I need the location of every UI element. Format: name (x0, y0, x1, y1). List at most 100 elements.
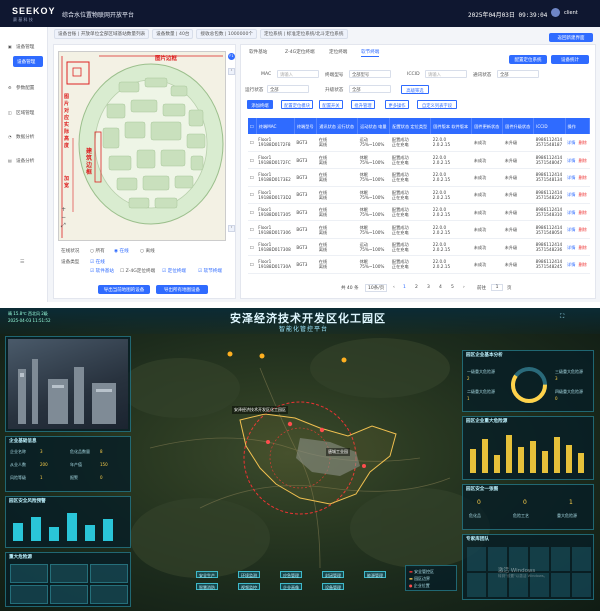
column-header[interactable]: 固件版本 软件版本 (430, 118, 473, 134)
detail-link[interactable]: 详情 (567, 227, 575, 232)
map-scrollbar[interactable]: F1 ˄ ˅ (228, 53, 235, 243)
radio-offline[interactable]: ○ 离线 (140, 248, 155, 254)
delete-link[interactable]: 删除 (578, 227, 586, 232)
table-row[interactable]: ☐ Floor1 19188D017308 BGT3 在线 离线 运动 75%~100%… (248, 238, 590, 257)
bottom-nav-item[interactable]: 安全生产 (196, 571, 218, 578)
hazard-cell[interactable] (50, 564, 88, 583)
expert-cell[interactable] (551, 547, 570, 571)
pager-size[interactable]: 10条/页 (365, 284, 388, 292)
sidebar-item-region[interactable]: ◫ 区域管理 (4, 107, 46, 118)
row-checkbox[interactable]: ☐ (248, 255, 257, 274)
check-online[interactable]: ☑ 在线 (90, 259, 105, 265)
table-row[interactable]: ☐ Floor1 19188D0173D2 BGT3 在线 离线 休眠 75%~100%… (248, 186, 590, 205)
delete-link[interactable]: 删除 (578, 175, 586, 180)
pager-next[interactable]: › (463, 285, 465, 290)
hazard-cell[interactable] (10, 564, 48, 583)
column-header[interactable]: 终端MAC (256, 118, 295, 134)
sidebar-item-device-mgmt[interactable]: 设备管理 (13, 56, 43, 67)
expert-cell[interactable] (467, 547, 486, 571)
check-z4g[interactable]: ☐ Z-4G定位终端 (120, 268, 155, 274)
bottom-nav-item[interactable]: 能源管理 (364, 571, 386, 578)
column-header[interactable]: 固件更新状态 (471, 118, 504, 134)
iccid-input[interactable]: 请输入 (425, 70, 467, 78)
sidebar-item-device[interactable]: ▣ 设备管理 (4, 41, 46, 52)
row-checkbox[interactable]: ☐ (248, 220, 257, 239)
collapse-icon[interactable]: ☰ (20, 259, 24, 265)
column-header[interactable]: 固件升级状态 (502, 118, 535, 134)
detail-link[interactable]: 详情 (567, 262, 575, 267)
fullscreen-icon[interactable]: ⛶ (560, 313, 564, 321)
row-checkbox[interactable]: ☐ (248, 203, 257, 222)
tab-z4g[interactable]: Z-4G定位终端 (285, 49, 315, 55)
add-device-button[interactable]: 添加终端 (247, 100, 273, 109)
column-header[interactable]: 配置状态 定位类型 (389, 118, 432, 134)
select-all-checkbox[interactable]: ☐ (248, 118, 257, 134)
bottom-nav-item[interactable]: 视频监控 (238, 583, 260, 590)
hazard-cell[interactable] (10, 585, 48, 604)
upgrade-status-select[interactable]: 全部 (349, 85, 391, 93)
batch-upgrade-button[interactable]: 批升管理 (351, 100, 375, 109)
run-status-select[interactable]: 全部 (267, 85, 309, 93)
detail-link[interactable]: 详情 (567, 158, 575, 163)
avatar[interactable] (551, 8, 560, 17)
zoom-controls[interactable]: + − ⤢ (61, 206, 66, 230)
comm-status-select[interactable]: 全部 (497, 70, 539, 78)
bottom-nav-item[interactable]: 智慧消防 (196, 583, 218, 590)
expert-cell[interactable] (572, 547, 591, 571)
more-actions-button[interactable]: 更多操作 (385, 100, 409, 109)
detail-link[interactable]: 详情 (567, 175, 575, 180)
advanced-filter-button[interactable]: 高级筛选 (401, 85, 429, 94)
check-softnode[interactable]: ☑ 软节终端 (198, 268, 222, 274)
column-header[interactable]: 操作 (565, 118, 591, 134)
mac-input[interactable]: 请输入 (277, 70, 319, 78)
tab-softbase[interactable]: 软件基站 (249, 49, 267, 55)
table-row[interactable]: ☐ Floor1 19188D0173E2 BGT3 在线 离线 休眠 75%~100%… (248, 168, 590, 187)
pager-page-1[interactable]: 1 (403, 285, 406, 290)
check-softbase[interactable]: ☑ 软件基站 (90, 268, 114, 274)
column-header[interactable]: 运动状态 电量 (357, 118, 391, 134)
delete-link[interactable]: 删除 (578, 262, 586, 267)
delete-link[interactable]: 删除 (578, 158, 586, 163)
detail-link[interactable]: 详情 (567, 210, 575, 215)
expert-cell[interactable] (467, 573, 486, 597)
model-select[interactable]: 全部型号 (349, 70, 391, 78)
pager-page-4[interactable]: 4 (439, 285, 442, 290)
user-name[interactable]: client (564, 10, 578, 16)
floor-f1-badge[interactable]: F1 (228, 53, 235, 60)
bottom-nav-item[interactable]: 环境监测 (238, 571, 260, 578)
pager-prev[interactable]: ‹ (393, 285, 395, 290)
config-location-button[interactable]: 配置定位系统 (509, 55, 547, 64)
pager-page-5[interactable]: 5 (451, 285, 454, 290)
pager-input[interactable]: 1 (491, 284, 503, 291)
bottom-nav-item[interactable]: 设备管理 (322, 583, 344, 590)
detail-link[interactable]: 详情 (567, 140, 575, 145)
config-switch-button[interactable]: 配置开关 (319, 100, 343, 109)
return-button[interactable]: 返回新建界面 (549, 33, 593, 42)
table-row[interactable]: ☐ Floor1 19188D017306 BGT3 在线 离线 休眠 75%~100%… (248, 220, 590, 239)
delete-link[interactable]: 删除 (578, 245, 586, 250)
row-checkbox[interactable]: ☐ (248, 238, 257, 257)
pager-page-3[interactable]: 3 (427, 285, 430, 290)
chevron-down-icon[interactable]: ˅ (228, 225, 235, 232)
config-module-button[interactable]: 配置定位模块 (281, 100, 313, 109)
detail-link[interactable]: 详情 (567, 245, 575, 250)
hazard-cell[interactable] (90, 564, 128, 583)
detail-link[interactable]: 详情 (567, 192, 575, 197)
floor-map[interactable]: 图片边框 图片对应实际高度 加宽 建筑边框 + − ⤢ (58, 51, 226, 241)
chevron-up-icon[interactable]: ˄ (228, 68, 235, 75)
delete-link[interactable]: 删除 (578, 140, 586, 145)
column-header[interactable]: 终端型号 (294, 118, 318, 134)
row-checkbox[interactable]: ☐ (248, 186, 257, 205)
delete-link[interactable]: 删除 (578, 210, 586, 215)
column-header[interactable]: 通讯状态 运行状态 (316, 118, 359, 134)
custom-columns-button[interactable]: 自定义列表字段 (417, 100, 457, 109)
sidebar-item-analysis[interactable]: ▤ 设备分析 (4, 155, 46, 166)
radio-all[interactable]: ○ 所有 (90, 248, 105, 254)
check-locator[interactable]: ☑ 定位终端 (162, 268, 186, 274)
bottom-nav-item[interactable]: 封闭管理 (322, 571, 344, 578)
pager-page-2[interactable]: 2 (415, 285, 418, 290)
expert-cell[interactable] (572, 573, 591, 597)
hazard-cell[interactable] (50, 585, 88, 604)
row-checkbox[interactable]: ☐ (248, 151, 257, 170)
column-header[interactable]: ICCID (533, 118, 566, 134)
